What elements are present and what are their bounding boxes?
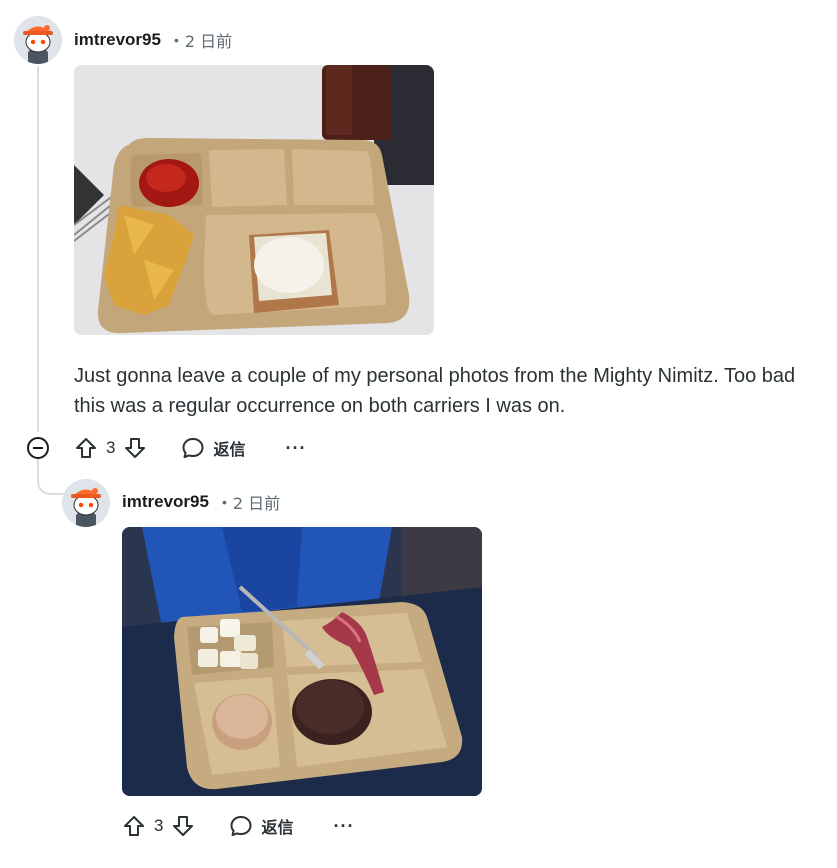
downvote-icon[interactable] <box>171 814 195 838</box>
snoo-avatar <box>71 488 101 527</box>
separator-dot: • <box>221 494 227 510</box>
vote-score: 3 <box>154 816 164 835</box>
username[interactable]: imtrevor95 <box>122 492 209 512</box>
comment-actions: 3 返信 ··· <box>122 810 354 842</box>
comment-body: Just gonna leave a couple of my personal… <box>74 365 796 417</box>
more-options-button[interactable]: ··· <box>285 438 306 459</box>
avatar[interactable] <box>14 16 62 64</box>
reply-button[interactable]: 返信 <box>181 436 245 460</box>
comment-bubble-icon <box>230 816 252 836</box>
comment-photo[interactable] <box>74 65 434 335</box>
tray-photo-1 <box>74 65 434 335</box>
reply-label: 返信 <box>213 440 246 459</box>
comment-actions: 3 返信 ··· <box>74 432 306 464</box>
snoo-avatar <box>23 25 53 64</box>
downvote-icon[interactable] <box>123 436 147 460</box>
collapse-icon[interactable] <box>27 437 49 459</box>
upvote-icon[interactable] <box>74 436 98 460</box>
comment-bubble-icon <box>182 438 204 458</box>
tray-photo-2 <box>122 527 482 796</box>
timestamp[interactable]: 2 日前 <box>185 28 232 52</box>
comment-meta: imtrevor95 • 2 日前 <box>122 490 280 514</box>
upvote-icon[interactable] <box>122 814 146 838</box>
avatar[interactable] <box>62 479 110 527</box>
comment-meta: imtrevor95 • 2 日前 <box>74 28 232 52</box>
thread-branch <box>37 456 66 495</box>
timestamp[interactable]: 2 日前 <box>233 490 280 514</box>
reply-button[interactable]: 返信 <box>229 814 293 838</box>
thread-line <box>37 66 39 432</box>
comment-photo[interactable] <box>122 527 482 796</box>
separator-dot: • <box>173 32 179 48</box>
username[interactable]: imtrevor95 <box>74 30 161 50</box>
vote-score: 3 <box>106 438 116 457</box>
reply-label: 返信 <box>261 818 294 837</box>
more-options-button[interactable]: ··· <box>333 816 354 837</box>
